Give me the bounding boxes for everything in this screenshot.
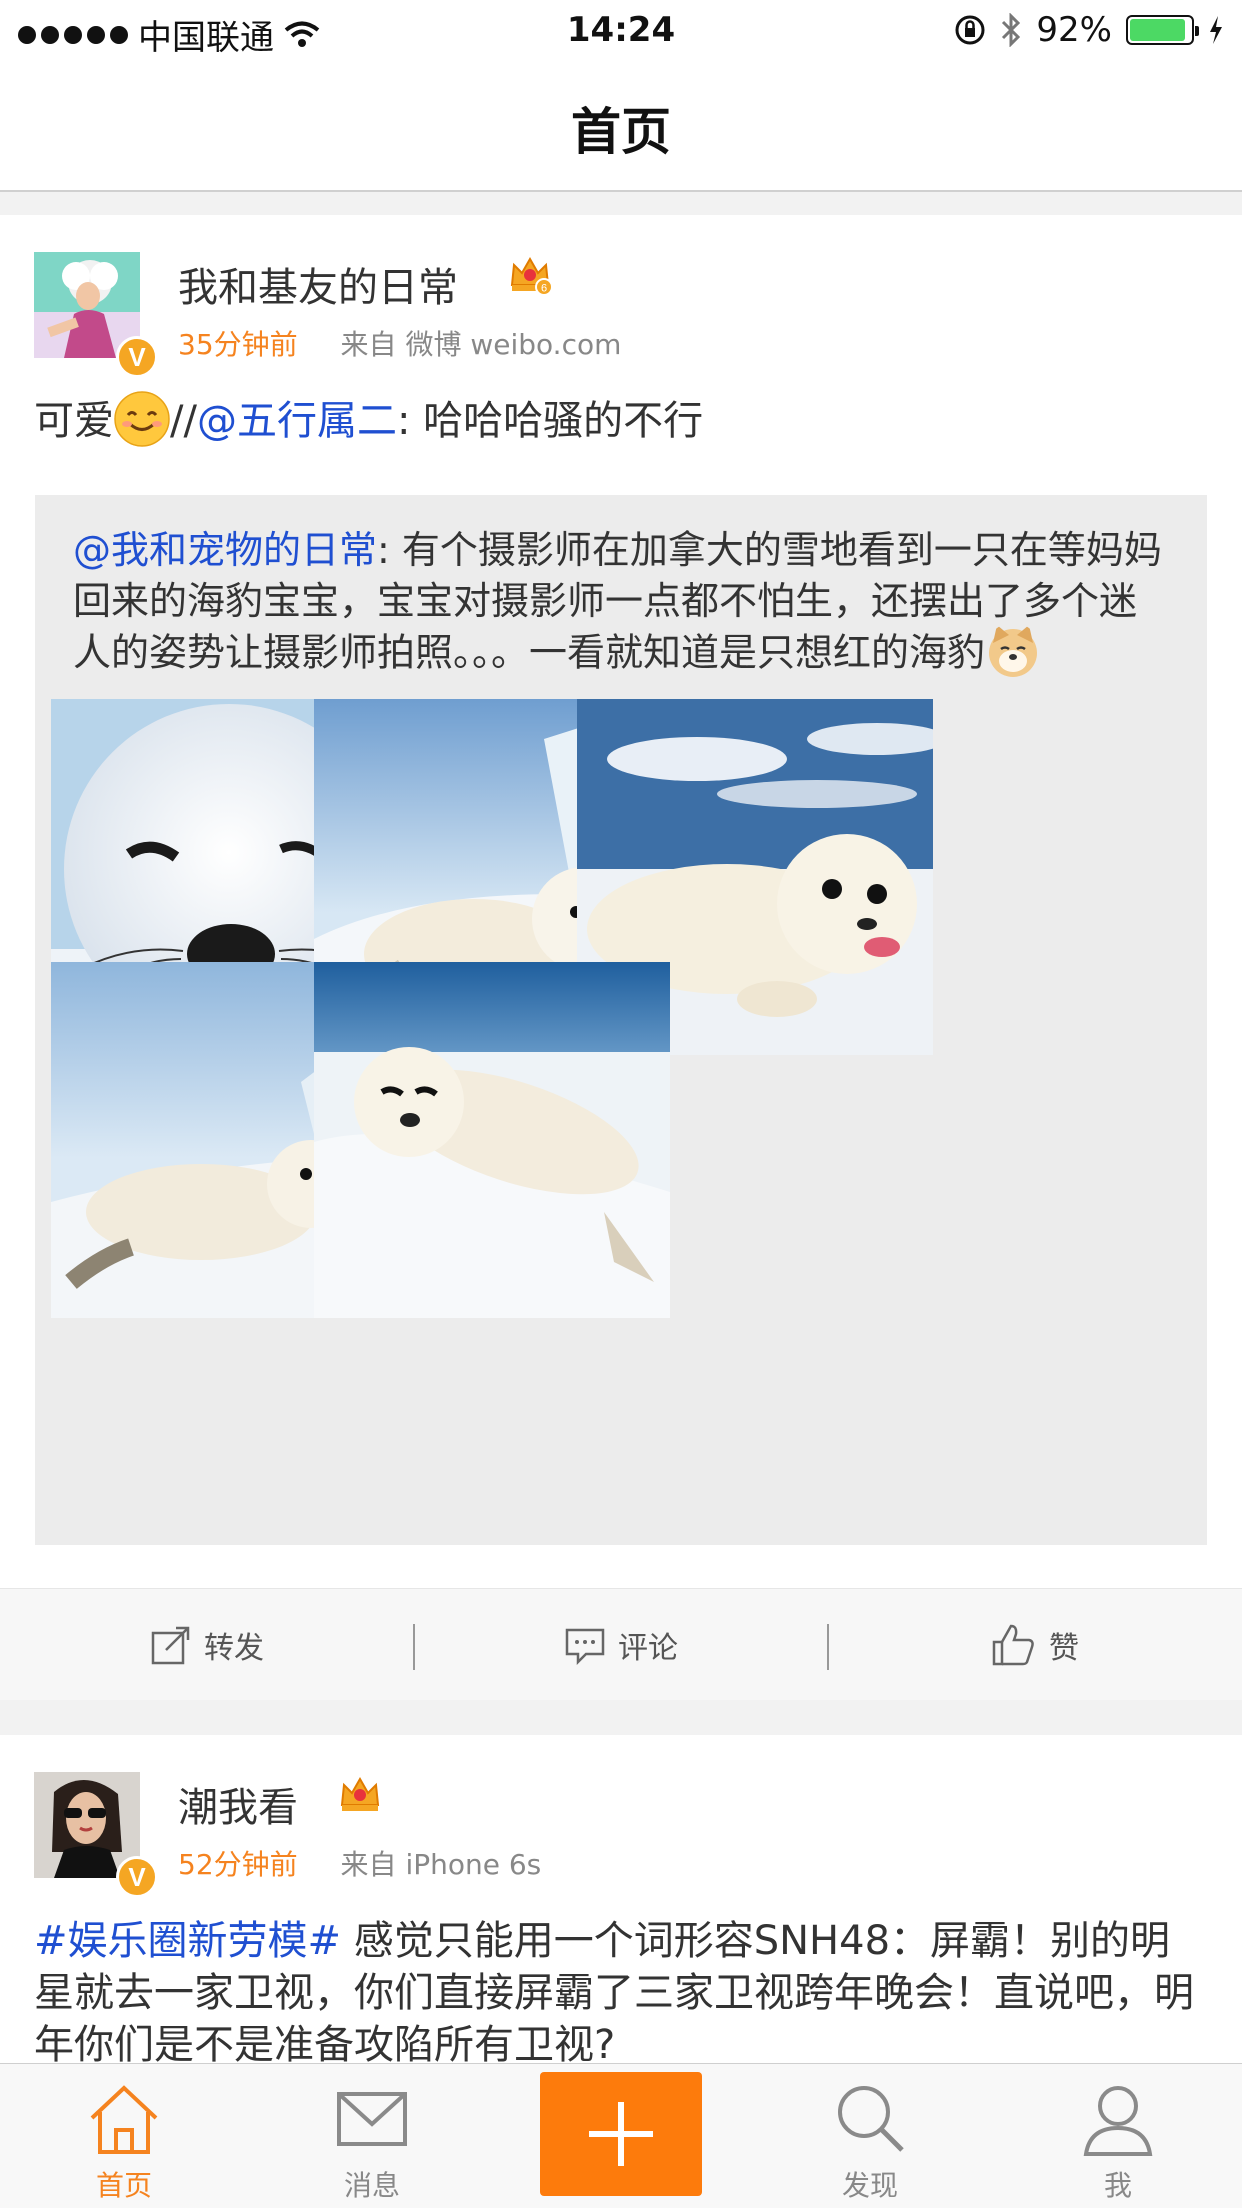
post-text-separator: // [170,398,197,444]
post-meta: 52分钟前 来自 iPhone 6s [178,1843,541,1883]
repost-mention-link[interactable]: @我和宠物的日常 [73,528,377,572]
repost-icon [151,1626,190,1665]
page-title: 首页 [571,103,671,161]
tab-messages-label: 消息 [343,2169,400,2202]
post-time: 35分钟前 [178,328,298,361]
post-source: 来自 iPhone 6s [340,1848,542,1881]
tab-home-label: 首页 [95,2169,152,2202]
comment-button[interactable]: 评论 [414,1589,828,1701]
orientation-lock-icon [955,15,985,45]
like-button[interactable]: 赞 [828,1589,1242,1701]
vip-crown-icon: 6 [510,256,552,296]
seal-photo-5[interactable] [314,962,670,1318]
avatar[interactable]: V [34,252,158,378]
post-text-main: 可爱 [34,398,114,444]
status-bar: 中国联通 14:24 92% [0,0,1242,62]
reposted-content[interactable]: @我和宠物的日常: 有个摄影师在加拿大的雪地看到一只在等妈妈回来的海豹宝宝，宝宝… [35,495,1207,1545]
home-icon [90,2085,158,2154]
doge-emoji-icon [989,625,1038,677]
thumbs-up-icon [992,1624,1034,1666]
feed-post[interactable]: V 潮我看 52分钟前 来自 iPhone 6s #娱乐圈新劳模# 感觉只能用一… [0,1735,1242,2075]
avatar[interactable]: V [34,1772,158,1898]
tab-home[interactable]: 首页 [24,2064,224,2208]
tab-me-label: 我 [1103,2169,1132,2202]
smile-emoji-icon [114,391,170,447]
post-text: 可爱 //@五行属二: 哈哈哈骚的不行 [34,391,1208,451]
compose-button[interactable] [540,2072,702,2196]
repost-button[interactable]: 转发 [0,1589,414,1701]
like-label: 赞 [1049,1631,1079,1666]
comment-label: 评论 [618,1631,678,1666]
search-icon [838,2086,904,2152]
person-icon [1083,2086,1153,2156]
bluetooth-icon [1002,13,1021,47]
post-text: #娱乐圈新劳模# 感觉只能用一个词形容SNH48：屏霸！别的明星就去一家卫视，你… [34,1915,1208,2071]
charging-icon [1210,16,1222,44]
post-username[interactable]: 我和基友的日常 [178,255,458,313]
hashtag-link[interactable]: #娱乐圈新劳模# [34,1918,341,1964]
post-time: 52分钟前 [178,1848,298,1881]
tab-discover[interactable]: 发现 [770,2064,970,2208]
tab-me[interactable]: 我 [1018,2064,1218,2208]
comment-icon [565,1628,605,1666]
envelope-icon [337,2092,407,2146]
post-action-bar: 转发 评论 赞 [0,1588,1242,1700]
post-text-tail: : 哈哈哈骚的不行 [396,398,704,444]
verified-badge-icon: V [116,336,158,378]
repost-label: 转发 [204,1631,264,1666]
post-username[interactable]: 潮我看 [178,1775,298,1833]
vip-crown-icon [340,1776,380,1811]
repost-text: @我和宠物的日常: 有个摄影师在加拿大的雪地看到一只在等妈妈回来的海豹宝宝，宝宝… [73,525,1169,683]
verified-badge-icon: V [116,1856,158,1898]
feed-post[interactable]: V 我和基友的日常 6 35分钟前 来自 微博 weibo.com 可爱 //@… [0,215,1242,1700]
battery-icon [1126,15,1199,45]
plus-icon [589,2102,653,2166]
battery-percent: 92% [1036,10,1112,50]
tab-discover-label: 发现 [841,2169,898,2202]
post-source: 来自 微博 weibo.com [340,328,622,361]
mention-link[interactable]: @五行属二 [197,398,397,444]
tab-messages[interactable]: 消息 [272,2064,472,2208]
svg-text:6: 6 [541,283,547,295]
navigation-bar: 首页 [0,62,1242,192]
post-meta: 35分钟前 来自 微博 weibo.com [178,323,621,363]
